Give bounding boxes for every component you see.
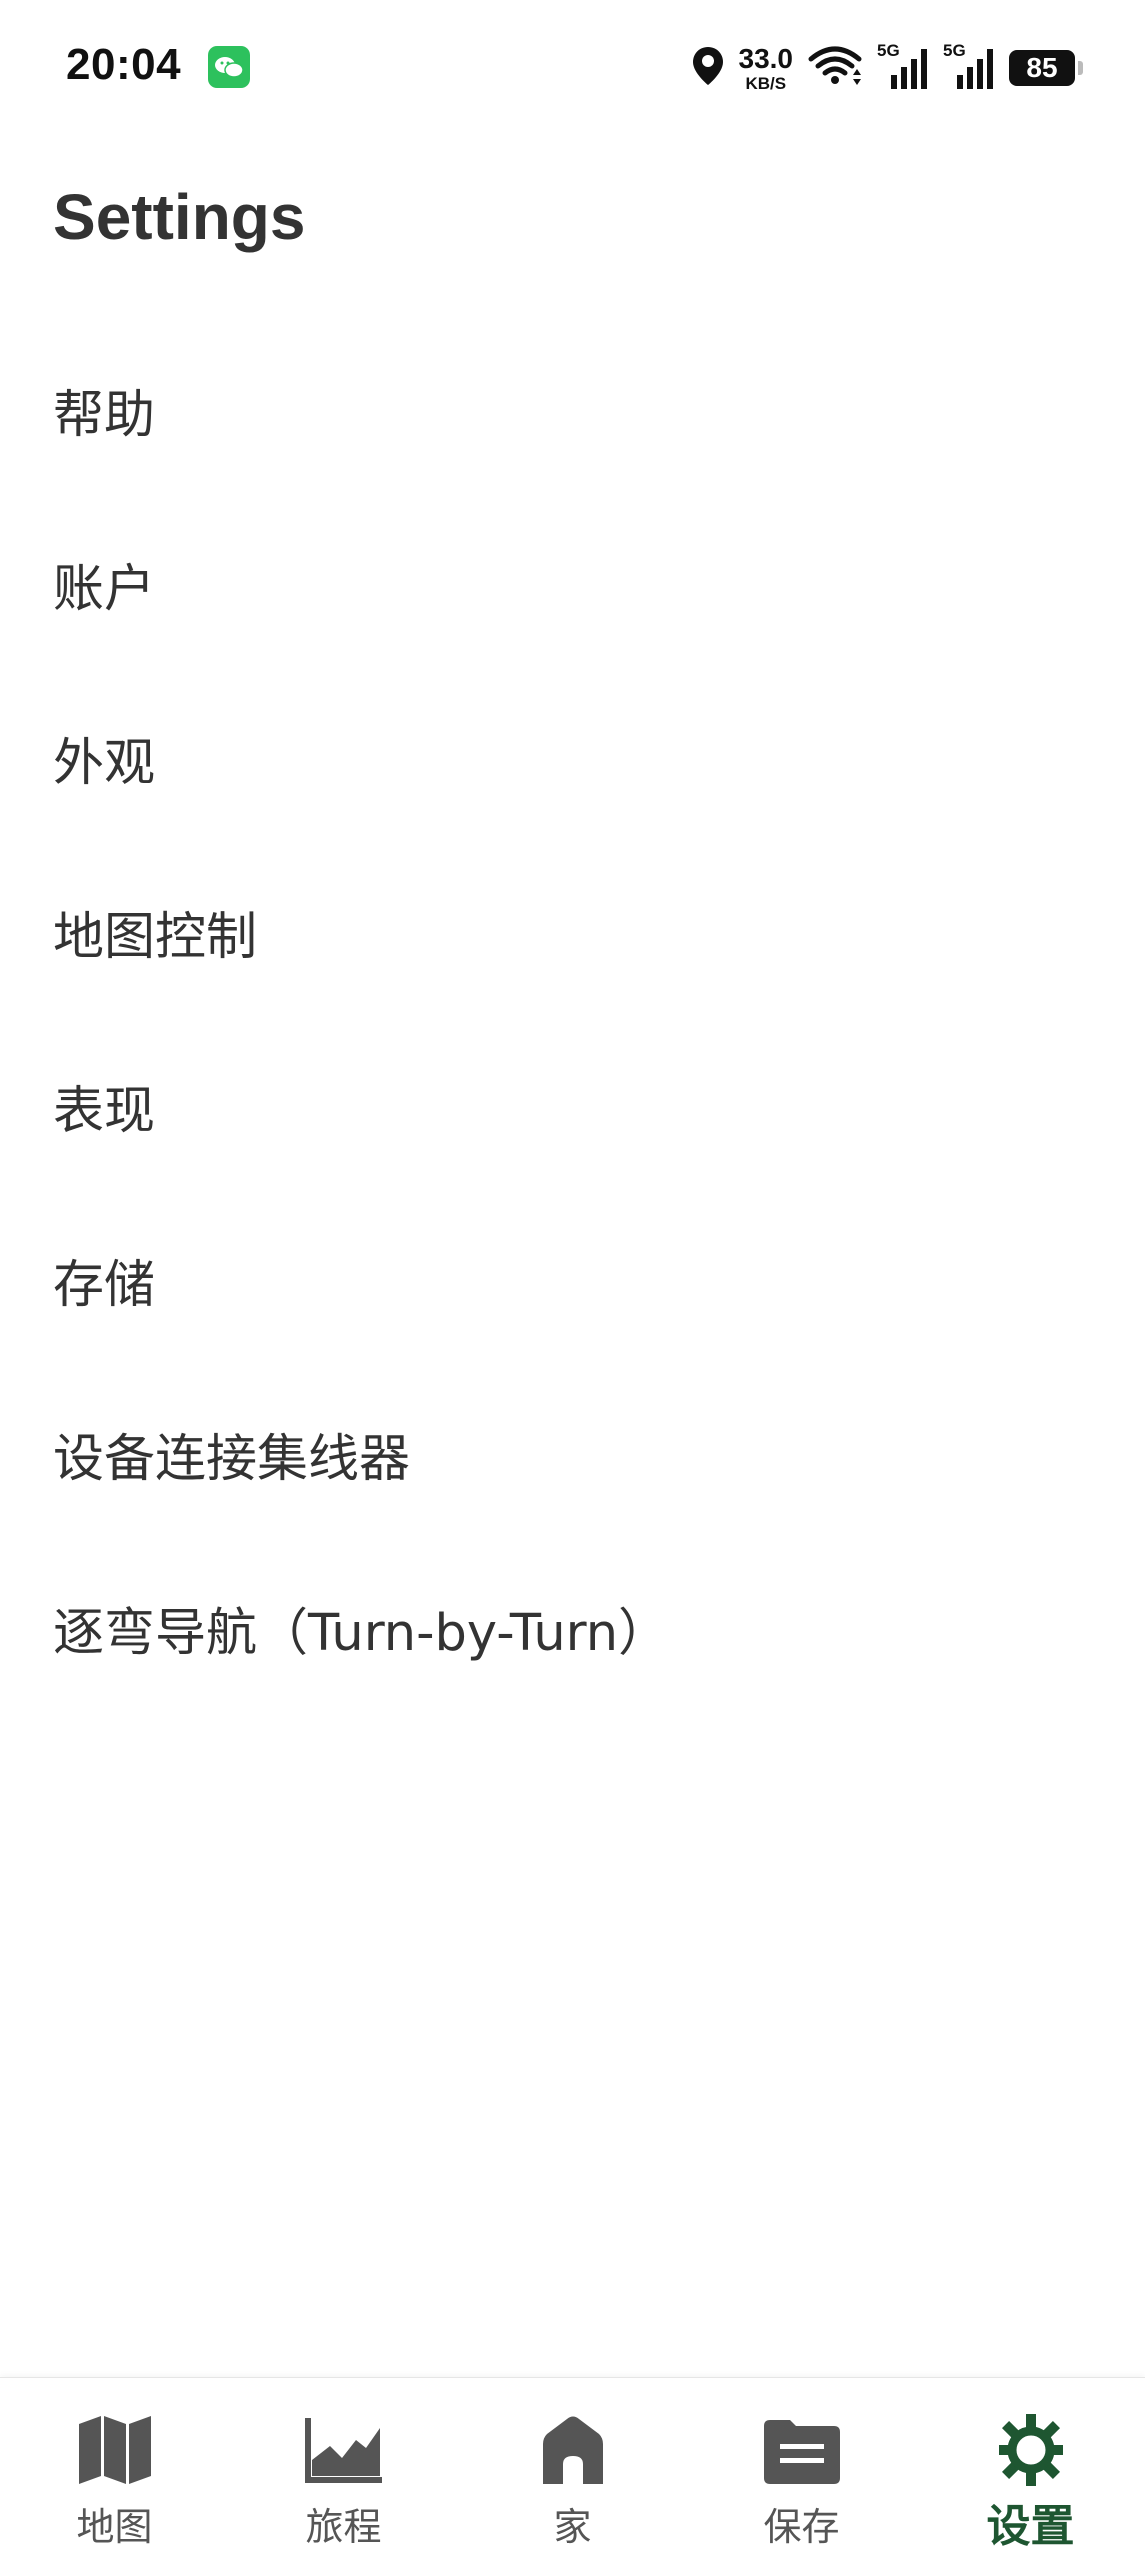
nav-label-map: 地图 [76,2505,153,2549]
battery-indicator: 85 [1009,50,1083,86]
settings-item-device-hub[interactable]: 设备连接集线器 [0,1367,1145,1541]
network-speed: 33.0 KB/S [738,42,794,93]
trip-chart-icon [304,2414,384,2486]
nav-tab-saved[interactable]: 保存 [687,2378,916,2560]
nav-tab-trips[interactable]: 旅程 [229,2378,458,2560]
network-speed-value: 33.0 [738,42,794,74]
nav-tab-settings[interactable]: 设置 [916,2378,1145,2560]
settings-item-appearance[interactable]: 外观 [0,671,1145,845]
wechat-notification-icon [208,46,250,88]
cellular-signal-sim1-icon: 5G [877,41,929,91]
settings-list: 帮助 账户 外观 地图控制 表现 存储 设备连接集线器 逐弯导航（Turn-by… [0,323,1145,1715]
nav-label-saved: 保存 [763,2505,840,2549]
status-bar: 20:04 33.0 KB/S 5G 5G 85 [0,0,1145,140]
nav-label-trips: 旅程 [305,2505,382,2549]
settings-item-map-controls[interactable]: 地图控制 [0,845,1145,1019]
location-icon [691,45,725,91]
settings-item-storage[interactable]: 存储 [0,1193,1145,1367]
home-icon [533,2414,613,2486]
cellular-signal-sim2-icon: 5G [943,41,995,91]
status-time: 20:04 [66,40,182,89]
settings-item-account[interactable]: 账户 [0,497,1145,671]
network-speed-unit: KB/S [745,73,787,93]
nav-label-settings: 设置 [986,2501,1075,2552]
gear-icon [991,2414,1071,2486]
nav-tab-map[interactable]: 地图 [0,2378,229,2560]
nav-label-home: 家 [553,2505,592,2549]
folder-icon [762,2414,842,2486]
bottom-nav: 地图 旅程 家 保存 设置 [0,2377,1145,2560]
wifi-icon [807,45,863,91]
nav-tab-home[interactable]: 家 [458,2378,687,2560]
page-title: Settings [53,181,306,253]
settings-item-turn-by-turn[interactable]: 逐弯导航（Turn-by-Turn） [0,1541,1145,1715]
settings-item-help[interactable]: 帮助 [0,323,1145,497]
map-icon [75,2414,155,2486]
settings-item-performance[interactable]: 表现 [0,1019,1145,1193]
status-indicators: 33.0 KB/S 5G 5G 85 [691,40,1083,96]
